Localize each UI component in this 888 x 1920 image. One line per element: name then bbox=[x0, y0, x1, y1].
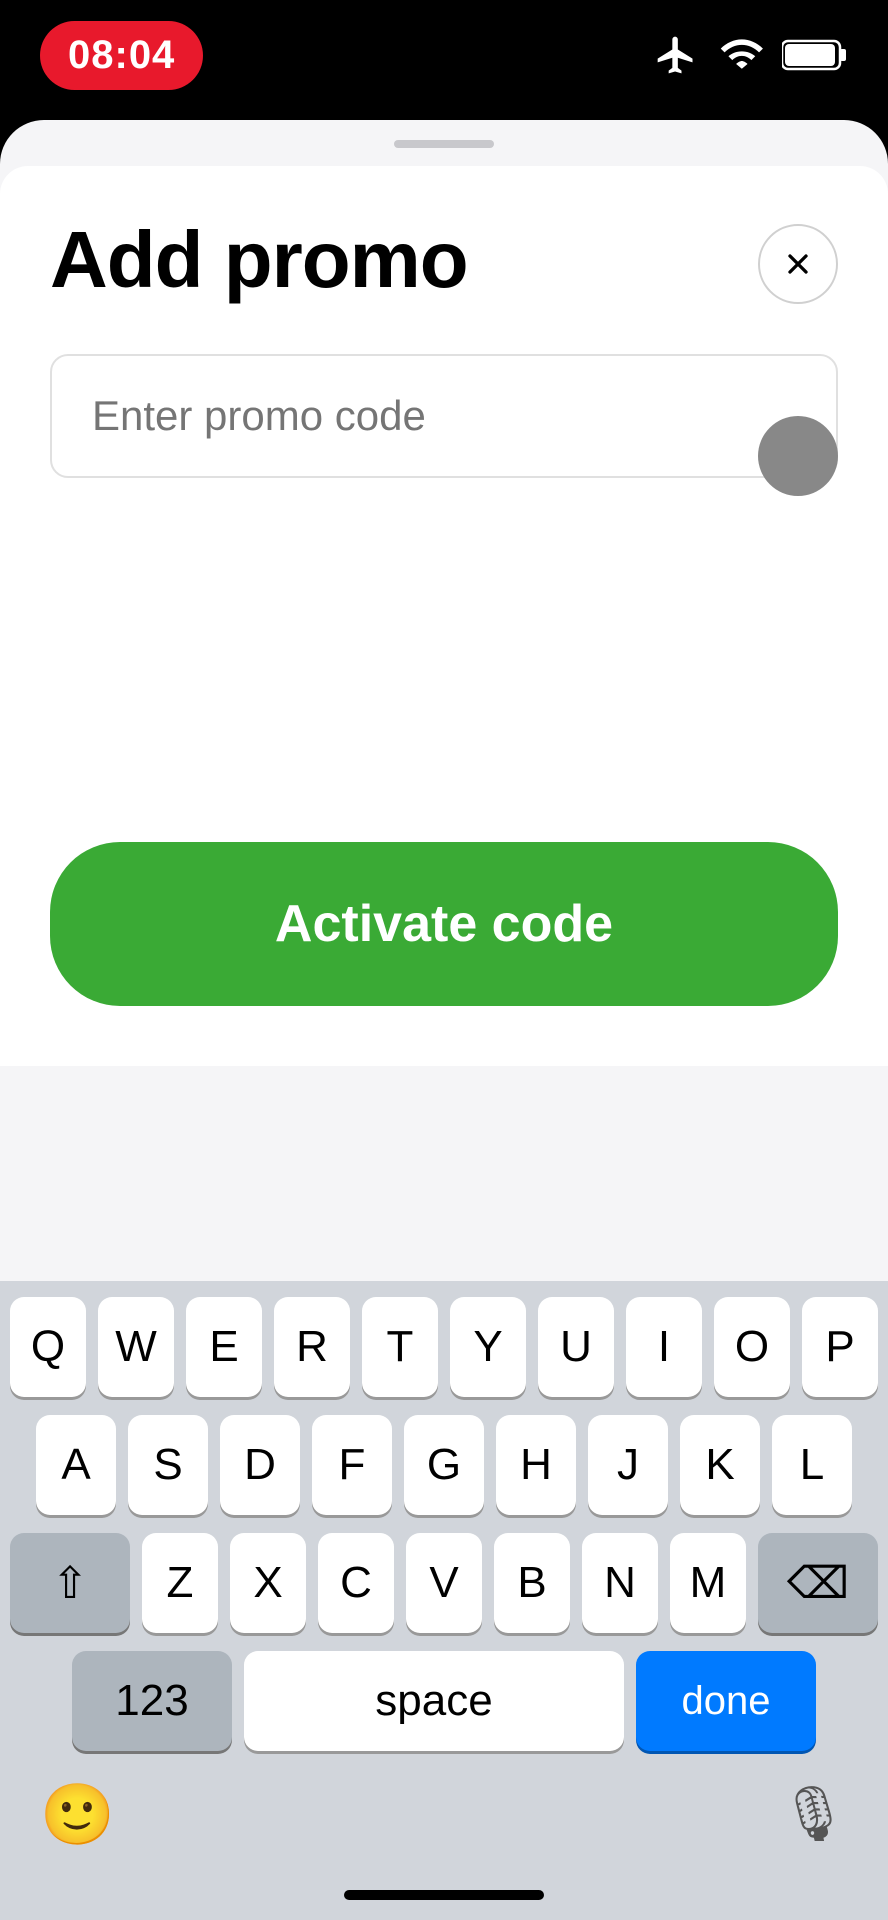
key-o[interactable]: O bbox=[714, 1297, 790, 1397]
key-c[interactable]: C bbox=[318, 1533, 394, 1633]
keyboard-row-2: A S D F G H J K L bbox=[10, 1415, 878, 1515]
space-key[interactable]: space bbox=[244, 1651, 624, 1751]
wifi-icon bbox=[716, 33, 764, 77]
key-x[interactable]: X bbox=[230, 1533, 306, 1633]
key-z[interactable]: Z bbox=[142, 1533, 218, 1633]
status-icons bbox=[654, 33, 848, 77]
key-m[interactable]: M bbox=[670, 1533, 746, 1633]
time-display: 08:04 bbox=[40, 21, 203, 90]
sheet-content: Add promo Activate code bbox=[0, 166, 888, 1066]
key-g[interactable]: G bbox=[404, 1415, 484, 1515]
airplane-icon bbox=[654, 33, 698, 77]
promo-code-input[interactable] bbox=[92, 392, 796, 440]
sheet-title: Add promo bbox=[50, 216, 468, 304]
home-indicator bbox=[344, 1890, 544, 1900]
close-button[interactable] bbox=[758, 224, 838, 304]
activate-code-button[interactable]: Activate code bbox=[50, 842, 838, 1006]
key-y[interactable]: Y bbox=[450, 1297, 526, 1397]
sheet-handle bbox=[394, 140, 494, 148]
done-key[interactable]: done bbox=[636, 1651, 816, 1751]
key-i[interactable]: I bbox=[626, 1297, 702, 1397]
sheet-header: Add promo bbox=[50, 216, 838, 304]
key-s[interactable]: S bbox=[128, 1415, 208, 1515]
key-b[interactable]: B bbox=[494, 1533, 570, 1633]
key-h[interactable]: H bbox=[496, 1415, 576, 1515]
keyboard-row-1: Q W E R T Y U I O P bbox=[10, 1297, 878, 1397]
key-l[interactable]: L bbox=[772, 1415, 852, 1515]
key-f[interactable]: F bbox=[312, 1415, 392, 1515]
delete-key[interactable]: ⌫ bbox=[758, 1533, 878, 1633]
key-a[interactable]: A bbox=[36, 1415, 116, 1515]
keyboard-rows: Q W E R T Y U I O P A S D F G H J K L ⇧ … bbox=[0, 1281, 888, 1751]
key-e[interactable]: E bbox=[186, 1297, 262, 1397]
key-v[interactable]: V bbox=[406, 1533, 482, 1633]
battery-icon bbox=[782, 38, 848, 72]
emoji-icon[interactable]: 🙂 bbox=[40, 1779, 115, 1850]
keyboard-row-3: ⇧ Z X C V B N M ⌫ bbox=[10, 1533, 878, 1633]
scroll-indicator bbox=[758, 416, 838, 496]
key-r[interactable]: R bbox=[274, 1297, 350, 1397]
key-n[interactable]: N bbox=[582, 1533, 658, 1633]
keyboard: Q W E R T Y U I O P A S D F G H J K L ⇧ … bbox=[0, 1281, 888, 1920]
promo-input-wrapper[interactable] bbox=[50, 354, 838, 478]
key-p[interactable]: P bbox=[802, 1297, 878, 1397]
key-j[interactable]: J bbox=[588, 1415, 668, 1515]
key-t[interactable]: T bbox=[362, 1297, 438, 1397]
shift-key[interactable]: ⇧ bbox=[10, 1533, 130, 1633]
keyboard-bottom-bar: 🙂 🎙 bbox=[0, 1769, 888, 1880]
mic-icon[interactable]: 🎙 bbox=[779, 1783, 848, 1846]
key-w[interactable]: W bbox=[98, 1297, 174, 1397]
status-bar: 08:04 bbox=[0, 0, 888, 110]
keyboard-row-4: 123 space done bbox=[10, 1651, 878, 1751]
key-u[interactable]: U bbox=[538, 1297, 614, 1397]
numbers-key[interactable]: 123 bbox=[72, 1651, 232, 1751]
key-d[interactable]: D bbox=[220, 1415, 300, 1515]
key-q[interactable]: Q bbox=[10, 1297, 86, 1397]
key-k[interactable]: K bbox=[680, 1415, 760, 1515]
